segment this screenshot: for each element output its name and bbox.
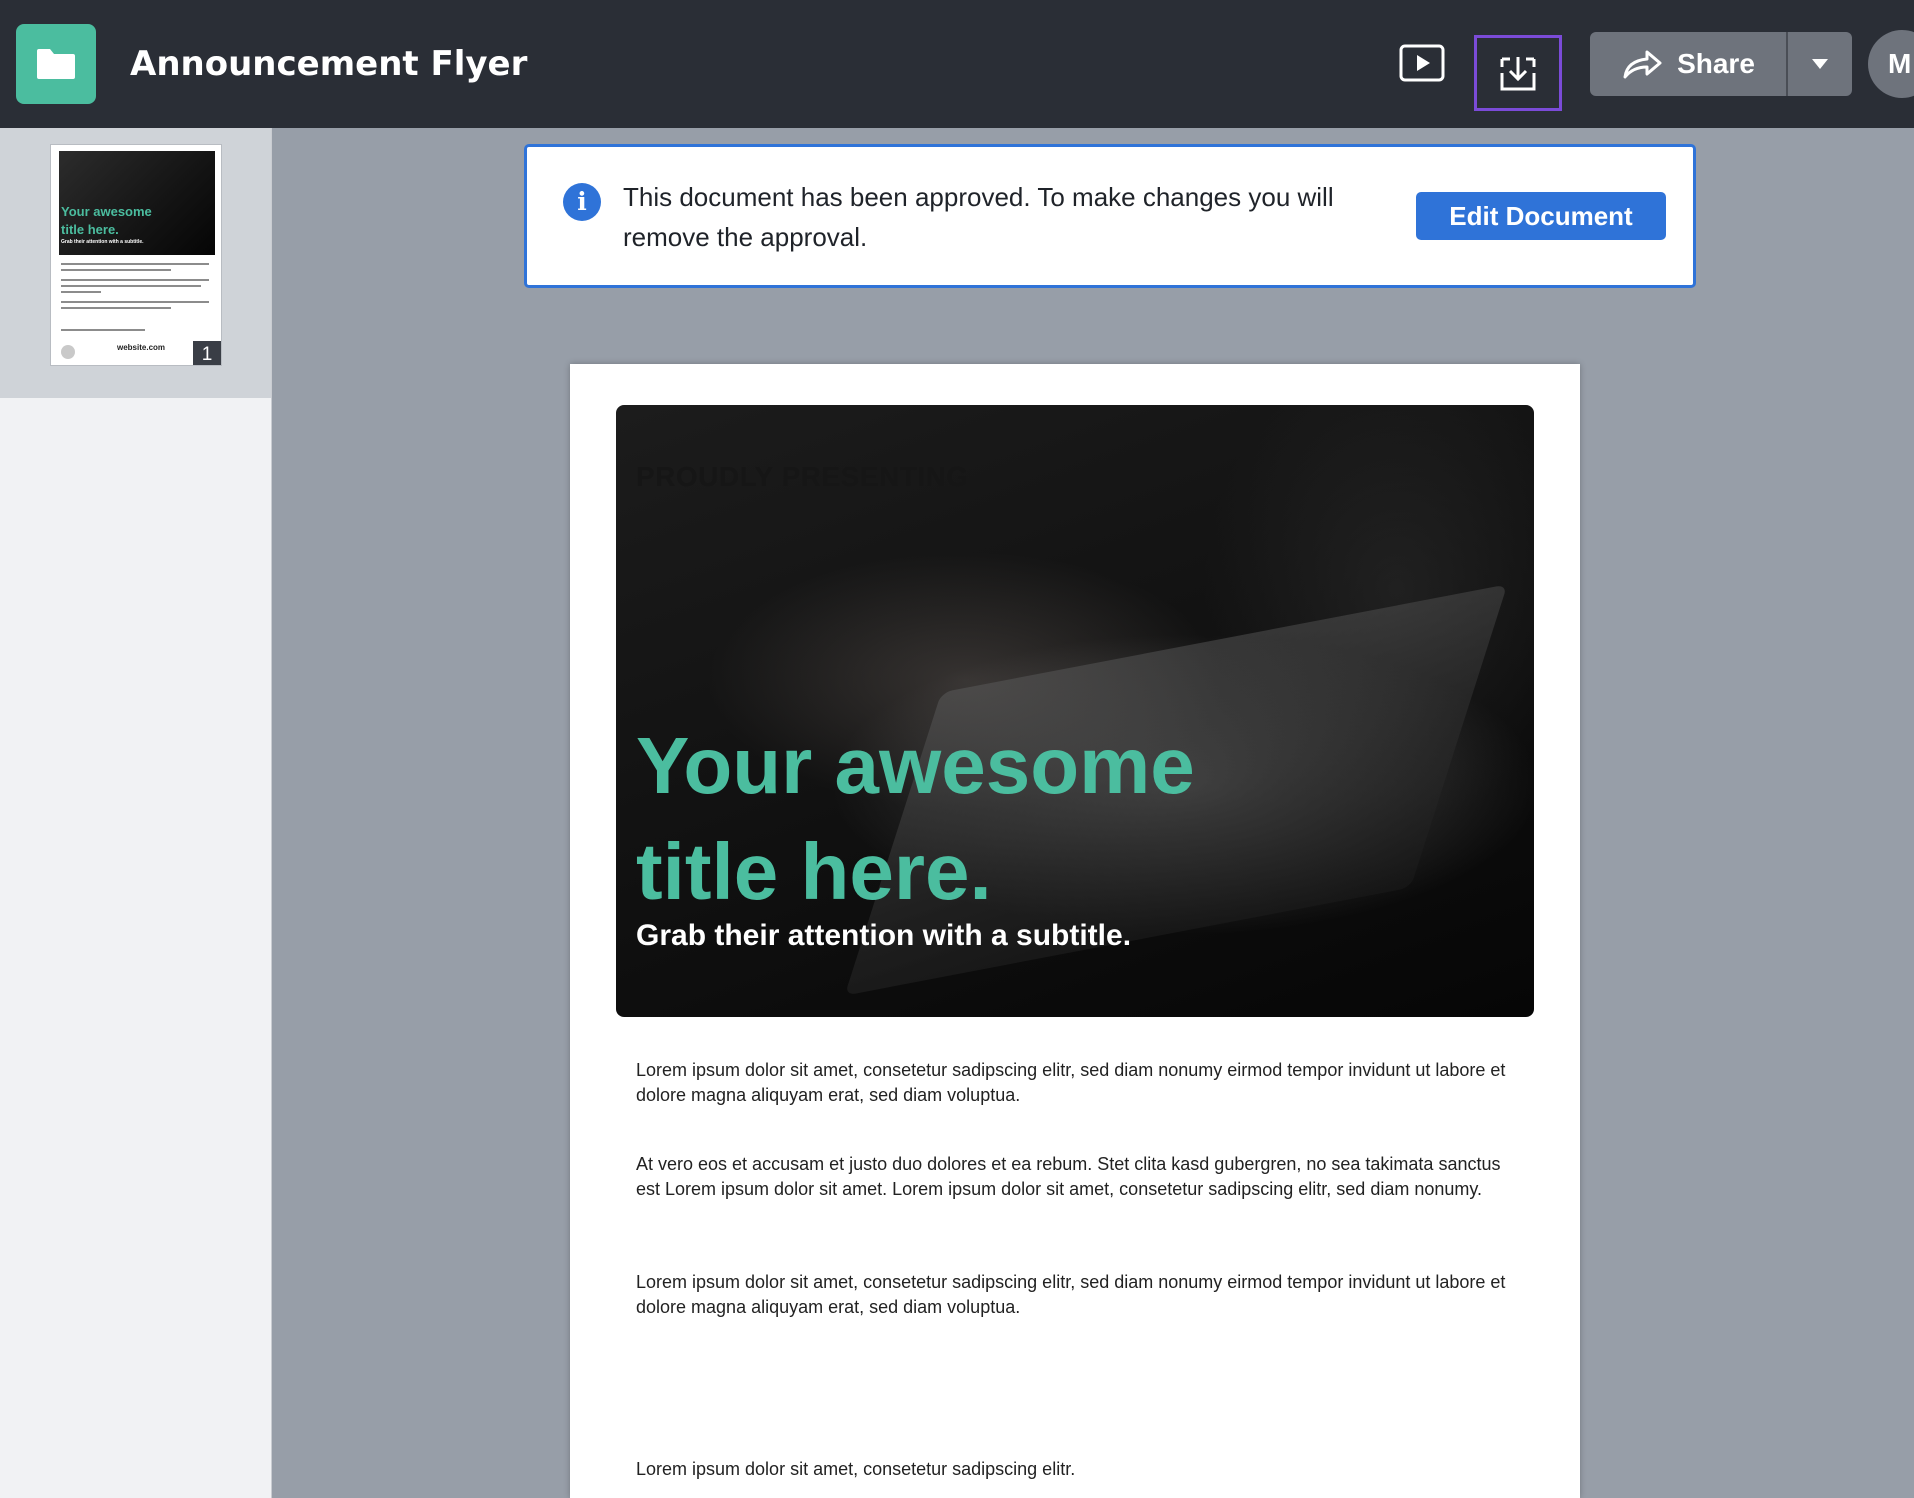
folder-icon[interactable] [16,24,96,104]
thumbnail-selected-area: Your awesome title here. Grab their atte… [0,128,271,398]
body-paragraph: At vero eos et accusam et justo duo dolo… [636,1154,1501,1199]
thumbnail-text-line [61,291,101,293]
body-paragraph: Lorem ipsum dolor sit amet, consetetur s… [636,1272,1506,1317]
thumbnail-hero-image: Your awesome title here. Grab their atte… [59,151,215,255]
document-page: PROUDLY PRESENTING Your awesome title he… [570,364,1580,1498]
thumbnail-text-line [61,269,171,271]
hero-image: PROUDLY PRESENTING Your awesome title he… [616,405,1534,1017]
user-avatar[interactable]: M [1868,30,1914,98]
thumbnail-website: website.com [117,343,166,352]
document-title[interactable]: Announcement Flyer [130,40,527,88]
share-arrow-icon [1623,50,1662,79]
info-icon: i [563,183,601,221]
share-button-group: Share [1590,32,1852,96]
page-thumbnail[interactable]: Your awesome title here. Grab their atte… [50,144,222,366]
thumbnail-subtitle: Grab their attention with a subtitle. [61,239,144,245]
top-bar: Announcement Flyer Share M [0,0,1914,128]
page-sidebar: Your awesome title here. Grab their atte… [0,128,272,1498]
body-paragraph: Lorem ipsum dolor sit amet, consetetur s… [636,1459,1076,1479]
hero-title: Your awesome title here. [636,721,1195,916]
download-button[interactable] [1474,35,1562,111]
thumbnail-title: Your awesome title here. [61,204,152,237]
body-paragraph: Lorem ipsum dolor sit amet, consetetur s… [636,1060,1506,1105]
play-icon [1399,44,1445,82]
hero-eyebrow-text: PROUDLY PRESENTING [636,461,969,492]
thumbnail-text-line [61,263,209,265]
thumbnail-text-line [61,307,171,309]
thumbnail-logo [61,345,75,359]
edit-document-button[interactable]: Edit Document [1416,192,1666,240]
download-icon [1500,57,1536,91]
thumbnail-text-line [61,301,209,303]
share-options-dropdown[interactable] [1788,32,1852,96]
thumbnail-text-line [61,329,145,331]
page-number-badge: 1 [193,341,221,365]
share-button[interactable]: Share [1590,32,1786,96]
hero-subtitle: Grab their attention with a subtitle. [636,919,1132,952]
present-button[interactable] [1398,42,1446,84]
approval-message: This document has been approved. To make… [623,182,1334,252]
caret-down-icon [1812,59,1828,69]
approval-banner: i This document has been approved. To ma… [524,144,1696,288]
thumbnail-text-line [61,285,201,287]
thumbnail-text-line [61,279,209,281]
share-label: Share [1677,48,1755,79]
